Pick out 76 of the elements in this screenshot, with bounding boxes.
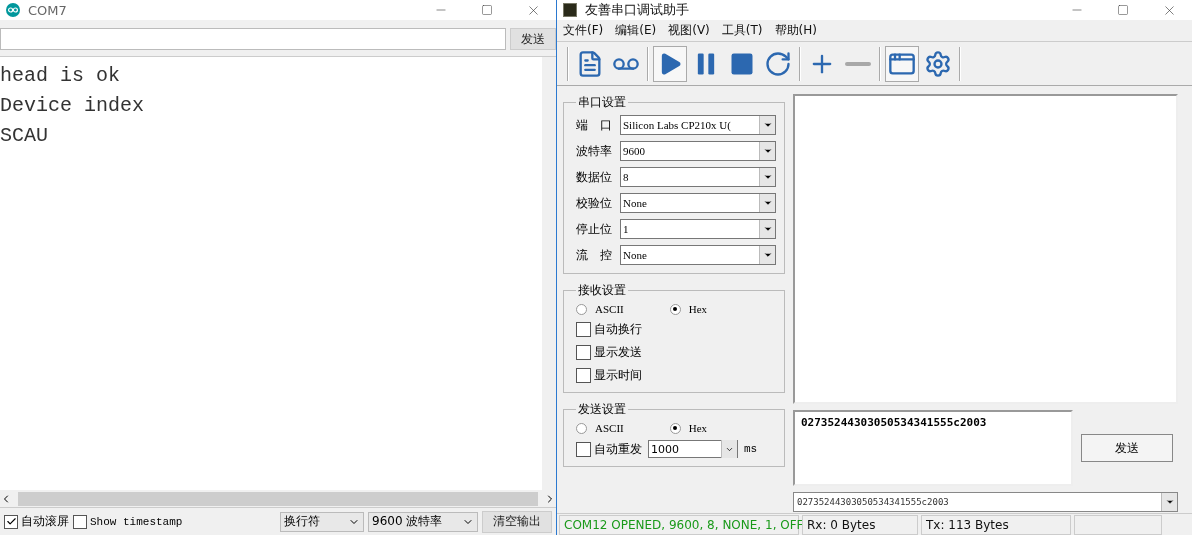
radio-label: ASCII bbox=[595, 422, 624, 434]
group-title: 接收设置 bbox=[577, 282, 627, 299]
app-logo-icon bbox=[563, 3, 577, 17]
vertical-scrollbar[interactable] bbox=[542, 57, 556, 490]
clear-output-button[interactable]: 清空输出 bbox=[482, 510, 552, 533]
group-title: 发送设置 bbox=[577, 401, 627, 418]
settings-dropdown[interactable]: 9600 bbox=[620, 141, 776, 161]
checkbox[interactable] bbox=[576, 322, 591, 337]
checkbox[interactable] bbox=[576, 368, 591, 383]
radio-label: Hex bbox=[688, 422, 708, 434]
output-line: SCAU bbox=[0, 123, 49, 149]
play-tool-button[interactable] bbox=[653, 45, 687, 82]
window-tool-button[interactable] bbox=[885, 45, 919, 82]
app-logo-icon bbox=[6, 3, 20, 17]
settings-icon bbox=[924, 49, 952, 78]
checkbox-label: 自动换行 bbox=[594, 321, 642, 338]
menu-item[interactable]: 帮助(H) bbox=[774, 22, 817, 39]
dropdown-arrow-icon bbox=[1164, 497, 1175, 507]
dropdown-arrow-icon bbox=[762, 224, 773, 234]
checkbox-label: 显示时间 bbox=[594, 367, 642, 384]
dropdown-arrow-icon bbox=[762, 120, 773, 130]
baud-rate-dropdown[interactable]: 9600 波特率 bbox=[368, 511, 478, 532]
radio-label: ASCII bbox=[595, 303, 624, 315]
field-label: 校验位 bbox=[576, 194, 613, 212]
window-title: 友善串口调试助手 bbox=[585, 1, 690, 19]
checkbox[interactable] bbox=[4, 514, 18, 529]
menu-item[interactable]: 文件(F) bbox=[563, 22, 604, 39]
settings-dropdown[interactable]: None bbox=[620, 245, 776, 265]
dropdown-arrow-icon bbox=[762, 198, 773, 208]
checkbox-label: 自动滚屏 bbox=[21, 513, 69, 530]
send-button[interactable]: 发送 bbox=[510, 28, 556, 50]
radio-button[interactable] bbox=[576, 303, 587, 315]
radio-button[interactable] bbox=[669, 303, 681, 315]
status-text: Tx: 113 Bytes bbox=[921, 514, 1071, 535]
history-dropdown[interactable]: 02735244303050534341555c2003 bbox=[793, 492, 1178, 512]
refresh-icon bbox=[764, 49, 792, 78]
unit-label: ms bbox=[744, 443, 758, 455]
checkbox[interactable] bbox=[576, 441, 591, 457]
field-label: 流 控 bbox=[576, 246, 613, 264]
output-line: Device index bbox=[0, 93, 146, 119]
field-label: 数据位 bbox=[576, 168, 613, 186]
maximize-icon bbox=[1117, 4, 1129, 16]
settings-dropdown[interactable]: 1 bbox=[620, 219, 776, 239]
dropdown-arrow-icon bbox=[762, 250, 773, 260]
radio-label: Hex bbox=[688, 303, 708, 315]
checkbox-label: 自动重发 bbox=[594, 440, 642, 458]
menu-item[interactable]: 视图(V) bbox=[668, 22, 710, 39]
field-label: 端 口 bbox=[576, 116, 613, 134]
settings-dropdown[interactable]: None bbox=[620, 193, 776, 213]
line-ending-dropdown[interactable]: 换行符 bbox=[280, 511, 364, 532]
checkbox-label: Show timestamp bbox=[90, 515, 183, 528]
send-button[interactable]: 发送 bbox=[1081, 434, 1173, 462]
maximize-icon bbox=[481, 4, 493, 16]
interval-spinbox[interactable]: 1000 bbox=[648, 440, 738, 458]
dropdown-arrow-icon bbox=[762, 146, 773, 156]
output-line: head is ok bbox=[0, 63, 122, 89]
window-title: COM7 bbox=[28, 2, 68, 18]
status-text: Rx: 0 Bytes bbox=[802, 514, 918, 535]
checkbox[interactable] bbox=[576, 345, 591, 360]
menu-item[interactable]: 编辑(E) bbox=[615, 22, 657, 39]
dropdown-arrow-icon bbox=[762, 172, 773, 182]
checkbox[interactable] bbox=[73, 514, 87, 529]
horizontal-scrollbar[interactable] bbox=[0, 490, 556, 508]
remove-icon bbox=[845, 61, 871, 66]
check-icon bbox=[5, 516, 17, 527]
group-title: 串口设置 bbox=[577, 94, 627, 111]
menu-item[interactable]: 工具(T) bbox=[721, 22, 763, 39]
send-input[interactable] bbox=[0, 28, 506, 50]
field-label: 波特率 bbox=[576, 142, 613, 160]
radio-button[interactable] bbox=[576, 422, 587, 434]
radio-button[interactable] bbox=[669, 422, 681, 434]
send-text-area[interactable]: 02735244303050534341555c2003 bbox=[793, 410, 1073, 486]
settings-dropdown[interactable]: 8 bbox=[620, 167, 776, 187]
field-label: 停止位 bbox=[576, 220, 613, 238]
settings-dropdown[interactable]: Silicon Labs CP210x U( bbox=[620, 115, 776, 135]
checkbox-label: 显示发送 bbox=[594, 344, 642, 361]
